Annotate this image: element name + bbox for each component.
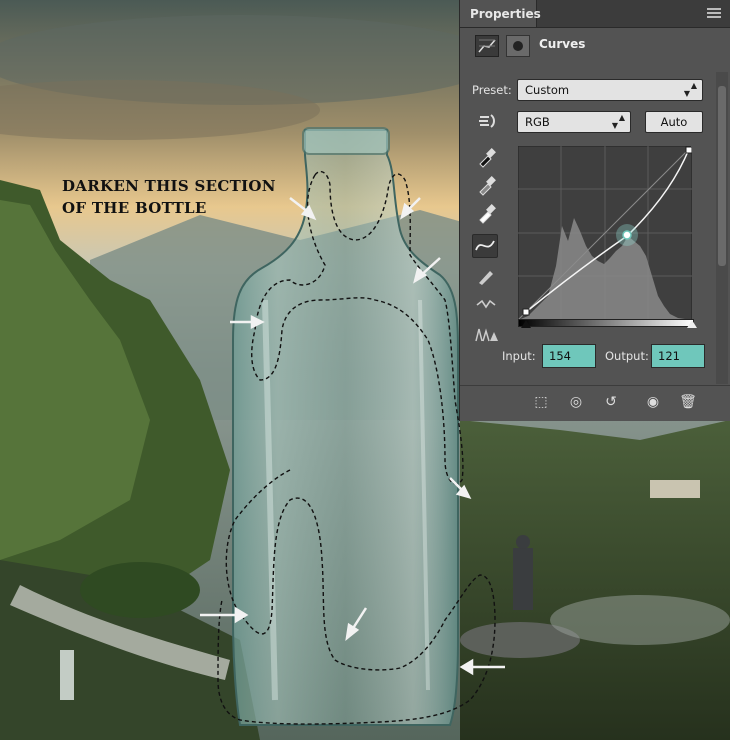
eye-icon[interactable]: ◉ bbox=[642, 392, 664, 412]
annotation-line-2: OF THE BOTTLE bbox=[62, 199, 207, 217]
curves-graph[interactable] bbox=[518, 146, 692, 320]
pencil-icon[interactable] bbox=[474, 265, 498, 287]
curve-endpoint-white[interactable] bbox=[685, 146, 692, 154]
input-gradient-bar bbox=[518, 319, 694, 327]
input-label: Input: bbox=[502, 349, 536, 363]
reset-icon[interactable]: ↺ bbox=[600, 392, 622, 412]
adjustment-icon[interactable] bbox=[475, 35, 499, 57]
panel-footer: ⬚ ◎ ↺ ◉ 🗑 bbox=[460, 385, 730, 421]
annotation-text: DARKEN THIS SECTION OF THE BOTTLE bbox=[62, 175, 276, 219]
channel-value: RGB bbox=[525, 115, 550, 129]
panel-title: Curves bbox=[539, 37, 586, 51]
curve-point-icon[interactable] bbox=[472, 234, 498, 258]
eyedropper-gray-icon[interactable] bbox=[474, 174, 498, 196]
chevron-updown-icon: ▲ ▼ bbox=[611, 113, 625, 130]
properties-panel: Properties Curves Preset: Custom ▲ ▼ RGB … bbox=[459, 0, 730, 421]
scrollbar-thumb[interactable] bbox=[718, 86, 726, 266]
chevron-updown-icon: ▲ ▼ bbox=[683, 81, 697, 98]
eyedropper-white-icon[interactable] bbox=[474, 202, 498, 224]
preset-value: Custom bbox=[525, 83, 570, 97]
smooth-icon[interactable] bbox=[474, 293, 498, 315]
curve-control-point[interactable] bbox=[622, 230, 632, 240]
channel-select[interactable]: RGB ▲ ▼ bbox=[517, 111, 631, 133]
auto-button[interactable]: Auto bbox=[645, 111, 703, 133]
white-point-slider[interactable] bbox=[687, 320, 697, 328]
eyedropper-black-icon[interactable] bbox=[474, 146, 498, 168]
preset-label: Preset: bbox=[472, 83, 512, 97]
mask-icon[interactable] bbox=[506, 35, 530, 57]
panel-tab-bar: Properties bbox=[460, 0, 730, 28]
trash-icon[interactable]: 🗑 bbox=[677, 392, 699, 412]
annotation-line-1: DARKEN THIS SECTION bbox=[62, 177, 276, 195]
panel-menu-icon[interactable] bbox=[707, 8, 721, 18]
visibility-toggle-icon[interactable]: ◎ bbox=[565, 392, 587, 412]
output-label: Output: bbox=[605, 349, 649, 363]
preset-select[interactable]: Custom ▲ ▼ bbox=[517, 79, 703, 101]
output-field[interactable]: 121 bbox=[651, 344, 705, 368]
curve-endpoint-black[interactable] bbox=[522, 308, 530, 316]
hand-target-icon[interactable] bbox=[474, 110, 498, 132]
tab-properties[interactable]: Properties bbox=[460, 0, 541, 27]
clipping-warning-icon[interactable] bbox=[474, 323, 498, 345]
panel-scrollbar[interactable] bbox=[716, 72, 728, 384]
input-field[interactable]: 154 bbox=[542, 344, 596, 368]
black-point-slider[interactable] bbox=[521, 320, 531, 328]
clip-to-layer-icon[interactable]: ⬚ bbox=[530, 392, 552, 412]
